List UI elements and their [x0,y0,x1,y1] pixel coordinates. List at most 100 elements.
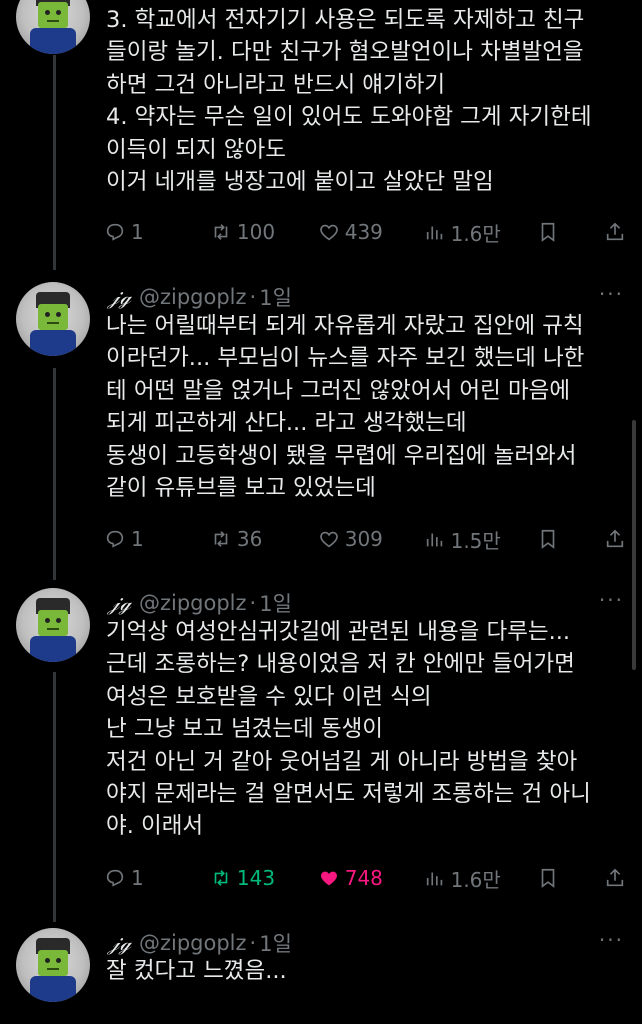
tweet-header: 𝒿ℊ @zipgoplz · 1일 [108,588,292,618]
like-button[interactable]: 309 [318,527,424,551]
bookmark-button[interactable] [537,867,604,889]
retweet-count: 100 [236,220,276,244]
tweet-text: 기억상 여성안심귀갓길에 관련된 내용을 다루는... 근데 조롱하는? 내용이… [106,616,626,843]
share-button[interactable] [604,528,626,550]
tweet-line: 하면 그건 아니라고 반드시 얘기하기 [106,71,446,98]
tweet-line: 잘 컸다고 느꼈음... [106,958,287,984]
thread-line [53,55,56,270]
tweet-line: 이거 네개를 냉장고에 붙이고 살았단 말임 [106,169,494,196]
more-options-button[interactable]: ··· [599,928,624,952]
reply-count: 1 [131,220,144,244]
reply-button[interactable]: 1 [104,866,210,890]
avatar[interactable] [16,0,90,54]
tweet-text: 3. 학교에서 전자기기 사용은 되도록 자제하고 친구 들이랑 놀기. 다만 … [106,4,626,198]
reply-button[interactable]: 1 [104,220,210,244]
reply-count: 1 [131,866,144,890]
avatar[interactable] [16,928,90,1002]
views-button[interactable]: 1.6만 [424,218,538,247]
scrollbar[interactable] [632,420,636,670]
more-options-button[interactable]: ··· [599,588,624,612]
bookmark-button[interactable] [537,528,604,550]
like-button[interactable]: 748 [318,866,424,890]
reply-icon [106,869,124,887]
analytics-icon [426,872,442,886]
tweet-line: 3. 학교에서 전자기기 사용은 되도록 자제하고 친구 [106,7,585,33]
timestamp[interactable]: 1일 [259,588,292,618]
share-button[interactable] [604,867,626,889]
tweet-line: 테 어떤 말을 얹거나 그러진 않았어서 어린 마음에 [106,377,571,404]
tweet-actions: 1 100 439 1.6만 [104,217,626,247]
share-icon [606,222,624,241]
tweet-text: 나는 어릴때부터 되게 자유롭게 자랐고 집안에 규칙 이라던가... 부모님이… [106,310,626,504]
analytics-icon [426,226,442,240]
separator: · [249,285,257,309]
avatar[interactable] [16,282,90,356]
reply-count: 1 [131,527,144,551]
retweet-icon [214,870,228,886]
user-handle[interactable]: @zipgoplz [139,591,247,615]
tweet-line: 이라던가... 부모님이 뉴스를 자주 보긴 했는데 나한 [106,345,585,372]
analytics-icon [426,533,442,547]
tweet-line: 저건 아닌 거 같아 웃어넘길 게 아니라 방법을 찾아 [106,748,578,775]
tweet-line: 기억상 여성안심귀갓길에 관련된 내용을 다루는... [106,619,571,645]
like-count: 309 [344,527,383,551]
user-handle[interactable]: @zipgoplz [139,931,247,955]
like-count: 439 [344,220,383,244]
views-button[interactable]: 1.5만 [424,525,538,554]
user-handle[interactable]: @zipgoplz [139,285,247,309]
like-count: 748 [344,866,383,890]
heart-icon [319,531,338,548]
tweet-line: 들이랑 놀기. 다만 친구가 혐오발언이나 차별발언을 [106,39,584,66]
view-count: 1.6만 [450,221,501,246]
display-name[interactable]: 𝒿ℊ [108,931,131,956]
tweet-line: 여성은 보호받을 수 있다 이런 식의 [106,683,432,710]
bookmark-button[interactable] [537,221,604,243]
tweet-line: 4. 약자는 무슨 일이 있어도 도와야함 그게 자기한테 [106,104,592,131]
share-icon [606,868,624,887]
display-name[interactable]: 𝒿ℊ [108,591,131,616]
retweet-button[interactable]: 36 [210,527,318,551]
share-icon [606,529,624,548]
retweet-count: 143 [236,866,276,890]
separator: · [249,591,257,615]
tweet-line: 난 그냥 보고 넘겼는데 동생이 [106,716,384,743]
retweet-icon [214,531,228,547]
view-count: 1.6만 [450,867,501,892]
display-name[interactable]: 𝒿ℊ [108,285,131,310]
views-button[interactable]: 1.6만 [424,864,538,893]
tweet-header: 𝒿ℊ @zipgoplz · 1일 [108,282,292,312]
tweet-line: 야. 이래서 [106,813,204,840]
tweet-line: 동생이 고등학생이 됐을 무렵에 우리집에 놀러와서 [106,442,577,469]
tweet-actions: 1 36 309 1.5만 [104,524,626,554]
reply-button[interactable]: 1 [104,527,210,551]
more-options-button[interactable]: ··· [599,282,624,306]
thread-line [53,368,56,580]
bookmark-icon [541,222,555,242]
tweet-line: 야지 문제라는 걸 알면서도 저렇게 조롱하는 건 아니 [106,781,591,808]
timestamp[interactable]: 1일 [259,282,292,312]
share-button[interactable] [604,221,626,243]
tweet-line: 근데 조롱하는? 내용이었음 저 칸 안에만 들어가면 [106,651,575,678]
view-count: 1.5만 [450,528,501,553]
heart-icon [319,224,338,241]
thread-line [53,672,56,922]
retweet-button[interactable]: 100 [210,220,318,244]
tweet-line: 이득이 되지 않아도 [106,136,286,163]
separator: · [249,931,257,955]
avatar[interactable] [16,588,90,662]
retweet-button[interactable]: 143 [210,866,318,890]
reply-icon [106,530,124,548]
bookmark-icon [541,868,555,888]
heart-icon [320,871,337,886]
tweet-header: 𝒿ℊ @zipgoplz · 1일 [108,928,292,958]
reply-icon [106,223,124,241]
retweet-icon [214,224,228,240]
retweet-count: 36 [236,527,263,551]
tweet-actions: 1 143 748 1.6만 [104,863,626,893]
timestamp[interactable]: 1일 [259,928,292,958]
tweet-line: 나는 어릴때부터 되게 자유롭게 자랐고 집안에 규칙 [106,313,584,339]
tweet-line: 되게 피곤하게 산다... 라고 생각했는데 [106,410,467,437]
tweet-text: 잘 컸다고 느꼈음... [106,955,626,987]
tweet-line: 같이 유튜브를 보고 있었는데 [106,475,376,502]
like-button[interactable]: 439 [318,220,424,244]
